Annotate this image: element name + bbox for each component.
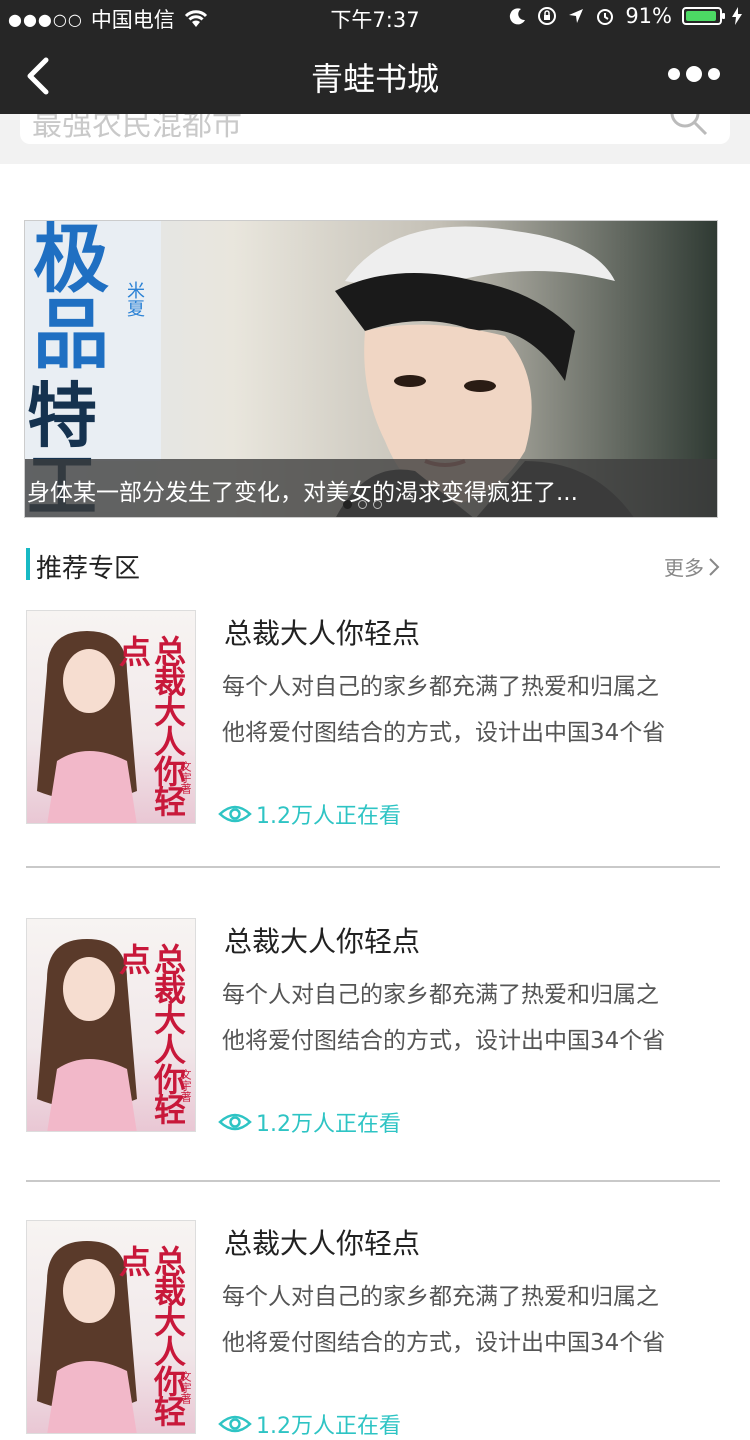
book-description: 每个人对自己的家乡都充满了热爱和归属之 他将爱付图结合的方式，设计出中国34个省 bbox=[222, 1274, 720, 1366]
more-link-label: 更多 bbox=[664, 556, 704, 580]
reader-count-label: 1.2万人正在看 bbox=[256, 804, 401, 829]
book-title[interactable]: 总裁大人你轻点 bbox=[224, 1222, 420, 1262]
book-cover-author: 文宇著 bbox=[179, 761, 192, 794]
banner-cover-author: 米夏 bbox=[124, 281, 145, 317]
reader-count: 1.2万人正在看 bbox=[218, 1106, 401, 1138]
page-title: 青蛙书城 bbox=[310, 60, 439, 98]
book-cover[interactable]: 总裁大人你轻点 文宇著 bbox=[26, 1220, 196, 1434]
search-input[interactable]: 最强农民混都市 bbox=[20, 114, 730, 144]
nav-bar: 青蛙书城 bbox=[0, 36, 750, 114]
eye-icon bbox=[218, 805, 252, 823]
search-area: 最强农民混都市 bbox=[0, 114, 750, 164]
book-cover[interactable]: 总裁大人你轻点 文宇著 bbox=[26, 918, 196, 1132]
search-icon[interactable] bbox=[668, 114, 708, 136]
book-description-line: 他将爱付图结合的方式，设计出中国34个省 bbox=[222, 720, 666, 746]
reader-count: 1.2万人正在看 bbox=[218, 1408, 401, 1440]
banner-carousel[interactable]: 极品 特工 米夏 身体某一部分发生了变化，对美女的渴求变得疯狂了... bbox=[24, 220, 718, 518]
book-cover-title: 总裁大人你轻点 bbox=[113, 943, 187, 1123]
book-title[interactable]: 总裁大人你轻点 bbox=[224, 612, 420, 652]
divider bbox=[26, 1180, 720, 1182]
battery-percent: 91% bbox=[625, 4, 672, 28]
chevron-right-icon bbox=[709, 557, 720, 576]
book-description-line: 他将爱付图结合的方式，设计出中国34个省 bbox=[222, 1028, 666, 1054]
section-title: 推荐专区 bbox=[36, 554, 141, 584]
book-cover[interactable]: 总裁大人你轻点 文宇著 bbox=[26, 610, 196, 824]
reader-count-label: 1.2万人正在看 bbox=[256, 1112, 401, 1137]
book-description: 每个人对自己的家乡都充满了热爱和归属之 他将爱付图结合的方式，设计出中国34个省 bbox=[222, 664, 720, 756]
section-header: 推荐专区 更多 bbox=[26, 546, 720, 584]
search-placeholder: 最强农民混都市 bbox=[32, 114, 242, 143]
location-icon bbox=[569, 9, 584, 23]
carousel-pager[interactable] bbox=[343, 500, 382, 509]
eye-icon bbox=[218, 1113, 252, 1131]
book-description-line: 每个人对自己的家乡都充满了热爱和归属之 bbox=[222, 982, 659, 1008]
alarm-icon bbox=[597, 9, 614, 25]
divider bbox=[26, 866, 720, 868]
book-cover-author: 文宇著 bbox=[179, 1069, 192, 1102]
moon-icon bbox=[510, 8, 526, 25]
rotation-lock-icon bbox=[538, 7, 557, 25]
book-description-line: 每个人对自己的家乡都充满了热爱和归属之 bbox=[222, 1284, 659, 1310]
reader-count-label: 1.2万人正在看 bbox=[256, 1414, 401, 1439]
battery-icon bbox=[682, 7, 725, 25]
book-cover-author: 文宇著 bbox=[179, 1371, 192, 1404]
more-menu-icon[interactable] bbox=[668, 66, 720, 82]
book-cover-title: 总裁大人你轻点 bbox=[113, 1245, 187, 1425]
eye-icon bbox=[218, 1415, 252, 1433]
carousel-dot[interactable] bbox=[358, 500, 367, 509]
book-title[interactable]: 总裁大人你轻点 bbox=[224, 920, 420, 960]
banner-book-cover: 极品 特工 米夏 bbox=[25, 221, 161, 517]
section-accent-bar bbox=[26, 548, 30, 580]
reader-count: 1.2万人正在看 bbox=[218, 798, 401, 830]
carousel-dot[interactable] bbox=[373, 500, 382, 509]
status-bar: ●●●○○ 中国电信 下午7:37 91% bbox=[0, 0, 750, 36]
book-description: 每个人对自己的家乡都充满了热爱和归属之 他将爱付图结合的方式，设计出中国34个省 bbox=[222, 972, 720, 1064]
book-description-line: 每个人对自己的家乡都充满了热爱和归属之 bbox=[222, 674, 659, 700]
charging-icon bbox=[732, 7, 742, 25]
carousel-dot[interactable] bbox=[343, 500, 352, 509]
book-description-line: 他将爱付图结合的方式，设计出中国34个省 bbox=[222, 1330, 666, 1356]
more-link[interactable]: 更多 bbox=[664, 552, 720, 581]
book-cover-title: 总裁大人你轻点 bbox=[113, 635, 187, 815]
